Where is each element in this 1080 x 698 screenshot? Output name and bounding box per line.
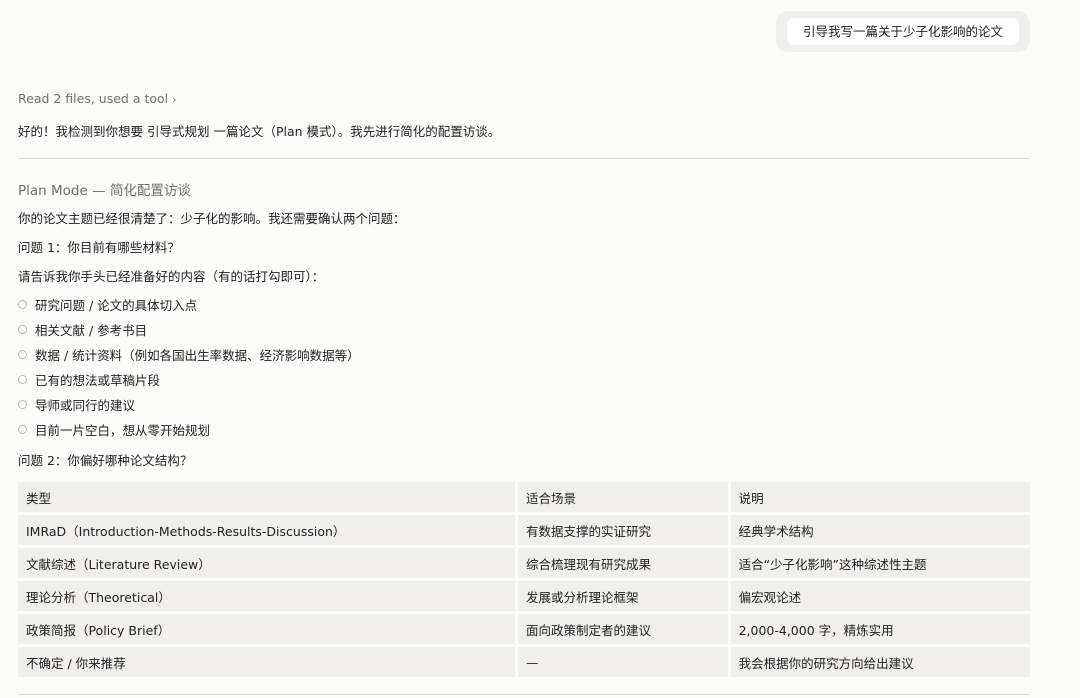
plan-section-title: Plan Mode — 简化配置访谈 [18, 183, 191, 199]
user-message-text: 引导我写一篇关于少子化影响的论文 [787, 18, 1019, 45]
column-header: 说明 [730, 482, 1030, 512]
table-cell: 有数据支撑的实证研究 [518, 515, 731, 545]
radio-circle-icon[interactable] [18, 350, 27, 359]
table-cell: — [518, 647, 731, 677]
column-header: 适合场景 [518, 482, 731, 512]
column-header: 类型 [18, 482, 518, 512]
tool-usage-label: Read 2 files, used a tool [18, 91, 169, 106]
material-option[interactable]: 研究问题 / 论文的具体切入点 [18, 295, 197, 314]
table-cell: 发展或分析理论框架 [518, 581, 731, 611]
radio-circle-icon[interactable] [18, 375, 27, 384]
table-row: 不确定 / 你来推荐 — 我会根据你的研究方向给出建议 [18, 647, 1030, 677]
table-row: 政策简报（Policy Brief） 面向政策制定者的建议 2,000-4,00… [18, 614, 1030, 644]
question-1-prompt: 请告诉我你手头已经准备好的内容（有的话打勾即可）： [18, 269, 325, 284]
table-header-row: 类型 适合场景 说明 [18, 482, 1030, 512]
question-2-title: 问题 2：你偏好哪种论文结构？ [18, 453, 193, 468]
assistant-ack-text: 好的！我检测到你想要 引导式规划 一篇论文（Plan 模式）。我先进行简化的配置… [18, 124, 501, 139]
table-cell: 文献综述（Literature Review） [18, 548, 518, 578]
plan-intro: 你的论文主题已经很清楚了：少子化的影响。我还需要确认两个问题： [18, 211, 406, 226]
table-cell: 经典学术结构 [730, 515, 1030, 545]
table-cell: 政策简报（Policy Brief） [18, 614, 518, 644]
material-option[interactable]: 目前一片空白，想从零开始规划 [18, 420, 210, 439]
option-label: 目前一片空白，想从零开始规划 [35, 423, 211, 438]
material-option[interactable]: 已有的想法或草稿片段 [18, 370, 160, 389]
option-label: 相关文献 / 参考书目 [35, 323, 148, 338]
table-cell: 2,000-4,000 字，精炼实用 [730, 614, 1030, 644]
table-cell: 适合“少子化影响”这种综述性主题 [730, 548, 1030, 578]
structure-table: 类型 适合场景 说明 IMRaD（Introduction-Methods-Re… [18, 479, 1030, 680]
table-cell: 理论分析（Theoretical） [18, 581, 518, 611]
divider [18, 694, 1030, 695]
table-row: IMRaD（Introduction-Methods-Results-Discu… [18, 515, 1030, 545]
material-option[interactable]: 相关文献 / 参考书目 [18, 320, 147, 339]
radio-circle-icon[interactable] [18, 325, 27, 334]
option-label: 导师或同行的建议 [35, 398, 136, 413]
divider [18, 158, 1030, 159]
table-row: 理论分析（Theoretical） 发展或分析理论框架 偏宏观论述 [18, 581, 1030, 611]
chevron-right-icon: › [172, 93, 177, 106]
user-message-bubble: 引导我写一篇关于少子化影响的论文 [776, 11, 1030, 52]
radio-circle-icon[interactable] [18, 300, 27, 309]
table-cell: 我会根据你的研究方向给出建议 [730, 647, 1030, 677]
material-option[interactable]: 数据 / 统计资料（例如各国出生率数据、经济影响数据等） [18, 345, 360, 364]
tool-usage-toggle[interactable]: Read 2 files, used a tool › [18, 91, 177, 106]
option-label: 研究问题 / 论文的具体切入点 [35, 298, 198, 313]
radio-circle-icon[interactable] [18, 425, 27, 434]
table-cell: 综合梳理现有研究成果 [518, 548, 731, 578]
question-1-title: 问题 1：你目前有哪些材料？ [18, 240, 180, 255]
table-cell: 不确定 / 你来推荐 [18, 647, 518, 677]
option-label: 已有的想法或草稿片段 [35, 373, 161, 388]
table-cell: IMRaD（Introduction-Methods-Results-Discu… [18, 515, 518, 545]
chat-page: 引导我写一篇关于少子化影响的论文 Read 2 files, used a to… [0, 0, 1080, 698]
table-row: 文献综述（Literature Review） 综合梳理现有研究成果 适合“少子… [18, 548, 1030, 578]
table-cell: 面向政策制定者的建议 [518, 614, 731, 644]
option-label: 数据 / 统计资料（例如各国出生率数据、经济影响数据等） [35, 348, 360, 363]
table-cell: 偏宏观论述 [730, 581, 1030, 611]
radio-circle-icon[interactable] [18, 400, 27, 409]
material-option[interactable]: 导师或同行的建议 [18, 395, 135, 414]
